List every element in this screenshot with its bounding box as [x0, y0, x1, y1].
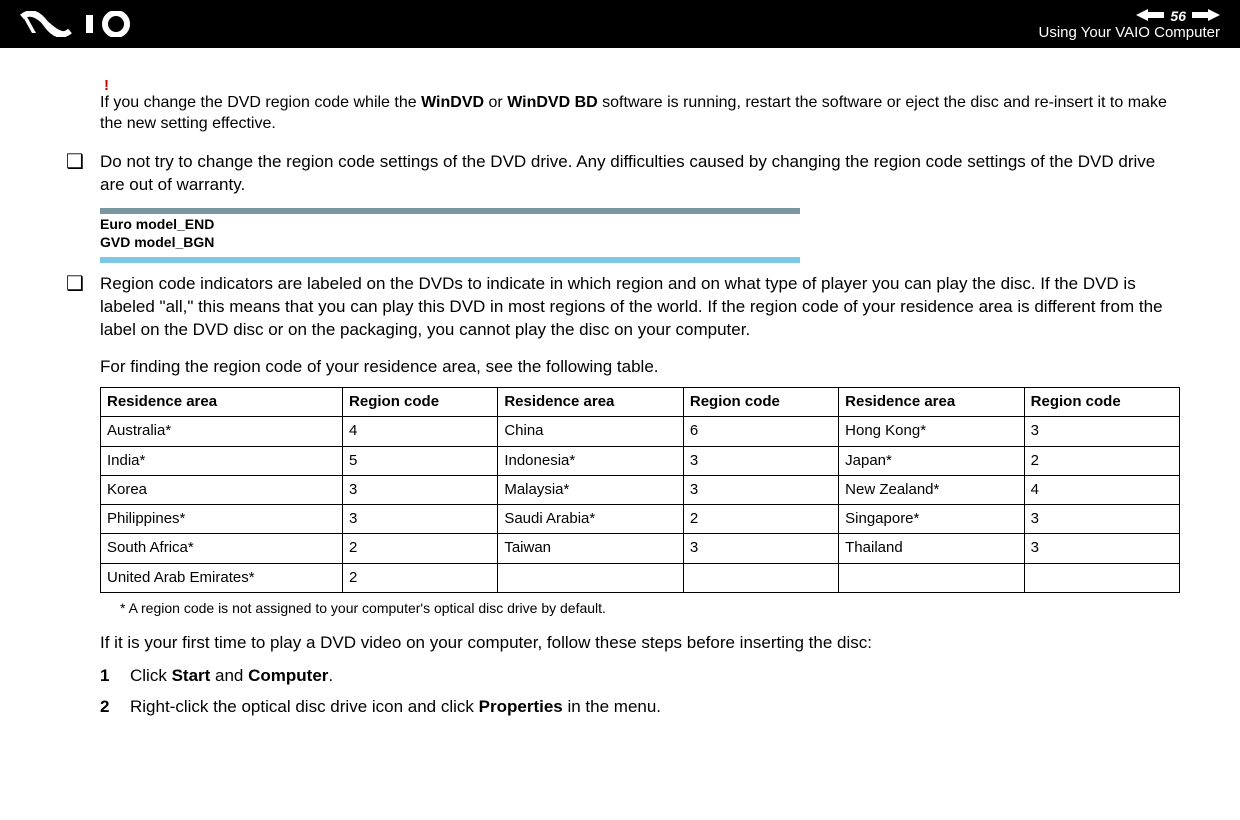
page-content: ! If you change the DVD region code whil… [0, 48, 1240, 759]
nav-arrows: 56 [1136, 8, 1220, 24]
bullet-text: Region code indicators are labeled on th… [100, 273, 1180, 726]
ui-element-name: Properties [479, 697, 563, 716]
table-cell: South Africa* [101, 534, 343, 563]
steps-intro: If it is your first time to play a DVD v… [100, 632, 1180, 655]
table-cell: Saudi Arabia* [498, 505, 684, 534]
table-cell: 4 [1024, 475, 1179, 504]
table-cell: 3 [1024, 534, 1179, 563]
table-cell: 3 [683, 446, 838, 475]
table-cell: 3 [343, 505, 498, 534]
table-cell: 3 [343, 475, 498, 504]
warning-note: ! If you change the DVD region code whil… [100, 78, 1180, 135]
table-cell: Indonesia* [498, 446, 684, 475]
bullet-text: Do not try to change the region code set… [100, 151, 1180, 197]
header-right: 56 Using Your VAIO Computer [1039, 8, 1220, 41]
bullet-item: ❑ Do not try to change the region code s… [60, 151, 1180, 197]
text-part: and [210, 666, 248, 685]
table-cell: Australia* [101, 417, 343, 446]
table-cell: Philippines* [101, 505, 343, 534]
vaio-logo [20, 11, 150, 37]
table-row: Philippines*3Saudi Arabia*2Singapore*3 [101, 505, 1180, 534]
table-cell [498, 563, 684, 592]
table-row: Korea3Malaysia*3New Zealand*4 [101, 475, 1180, 504]
table-cell: Taiwan [498, 534, 684, 563]
table-cell: Singapore* [839, 505, 1025, 534]
table-cell: Malaysia* [498, 475, 684, 504]
table-cell: 2 [683, 505, 838, 534]
model-marker-line: GVD model_BGN [100, 234, 1180, 252]
table-cell: Japan* [839, 446, 1025, 475]
model-marker: Euro model_END GVD model_BGN [100, 214, 1180, 253]
page-header: 56 Using Your VAIO Computer [0, 0, 1240, 48]
warning-mark-icon: ! [100, 78, 1180, 93]
text-part: Click [130, 666, 172, 685]
table-row: South Africa*2Taiwan3Thailand3 [101, 534, 1180, 563]
table-cell [1024, 563, 1179, 592]
table-cell [683, 563, 838, 592]
bullet-square-icon: ❑ [60, 151, 100, 197]
next-page-arrow-icon[interactable] [1192, 8, 1220, 24]
step-text: Click Start and Computer. [130, 665, 1180, 688]
warning-text: If you change the DVD region code while … [100, 93, 1180, 135]
table-header: Residence area [101, 388, 343, 417]
table-cell: 3 [1024, 505, 1179, 534]
table-header: Region code [683, 388, 838, 417]
table-cell: India* [101, 446, 343, 475]
table-cell: Hong Kong* [839, 417, 1025, 446]
step-number: 2 [100, 696, 130, 719]
bullet-item: ❑ Region code indicators are labeled on … [60, 273, 1180, 726]
step-item: 1 Click Start and Computer. [100, 665, 1180, 688]
table-header: Region code [1024, 388, 1179, 417]
section-divider-bottom [100, 257, 800, 263]
table-cell [839, 563, 1025, 592]
table-cell: 3 [1024, 417, 1179, 446]
table-header: Region code [343, 388, 498, 417]
table-cell: 2 [343, 534, 498, 563]
ui-element-name: Computer [248, 666, 328, 685]
page-number: 56 [1170, 8, 1186, 24]
table-cell: United Arab Emirates* [101, 563, 343, 592]
table-cell: 2 [1024, 446, 1179, 475]
table-footnote: * A region code is not assigned to your … [120, 599, 1180, 618]
software-name: WinDVD BD [507, 94, 598, 111]
table-cell: Korea [101, 475, 343, 504]
text-part: in the menu. [563, 697, 661, 716]
table-cell: 3 [683, 475, 838, 504]
bullet-square-icon: ❑ [60, 273, 100, 726]
table-header-row: Residence area Region code Residence are… [101, 388, 1180, 417]
table-cell: 6 [683, 417, 838, 446]
table-cell: 5 [343, 446, 498, 475]
paragraph: Region code indicators are labeled on th… [100, 273, 1180, 342]
paragraph: For finding the region code of your resi… [100, 356, 1180, 379]
text-part: . [328, 666, 333, 685]
text-part: Right-click the optical disc drive icon … [130, 697, 479, 716]
step-text: Right-click the optical disc drive icon … [130, 696, 1180, 719]
table-header: Residence area [839, 388, 1025, 417]
step-item: 2 Right-click the optical disc drive ico… [100, 696, 1180, 719]
table-row: United Arab Emirates*2 [101, 563, 1180, 592]
table-cell: 3 [683, 534, 838, 563]
table-cell: New Zealand* [839, 475, 1025, 504]
table-cell: 4 [343, 417, 498, 446]
table-cell: Thailand [839, 534, 1025, 563]
table-cell: 2 [343, 563, 498, 592]
table-header: Residence area [498, 388, 684, 417]
prev-page-arrow-icon[interactable] [1136, 8, 1164, 24]
region-code-table: Residence area Region code Residence are… [100, 387, 1180, 593]
ui-element-name: Start [172, 666, 211, 685]
warning-text-part: If you change the DVD region code while … [100, 94, 421, 111]
table-row: Australia*4China6Hong Kong*3 [101, 417, 1180, 446]
table-row: India*5Indonesia*3Japan*2 [101, 446, 1180, 475]
section-title: Using Your VAIO Computer [1039, 24, 1220, 41]
software-name: WinDVD [421, 94, 484, 111]
table-cell: China [498, 417, 684, 446]
step-number: 1 [100, 665, 130, 688]
model-marker-line: Euro model_END [100, 216, 1180, 234]
warning-text-part: or [484, 94, 507, 111]
